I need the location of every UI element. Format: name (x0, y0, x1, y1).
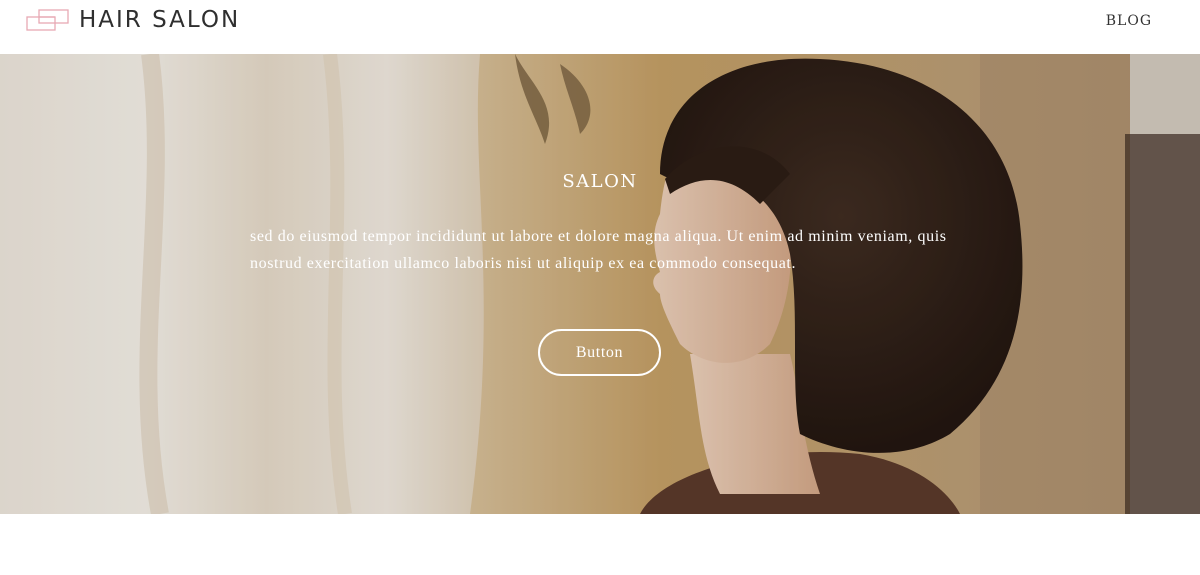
hero-description: sed do eiusmod tempor incididunt ut labo… (250, 228, 947, 272)
site-logo[interactable]: HAIR SALON (26, 6, 240, 34)
hero-content: SALON sed do eiusmod tempor incididunt u… (250, 54, 950, 514)
logo-text: HAIR SALON (79, 7, 241, 33)
content-area (0, 514, 1200, 575)
hero-title: SALON (562, 171, 638, 192)
nav-link-blog[interactable]: BLOG (1106, 12, 1152, 30)
site-header: HAIR SALON BLOG (0, 0, 1200, 54)
hero-section: SALON sed do eiusmod tempor incididunt u… (0, 54, 1200, 514)
logo-icon (26, 9, 69, 31)
hero-button[interactable]: Button (538, 329, 661, 376)
